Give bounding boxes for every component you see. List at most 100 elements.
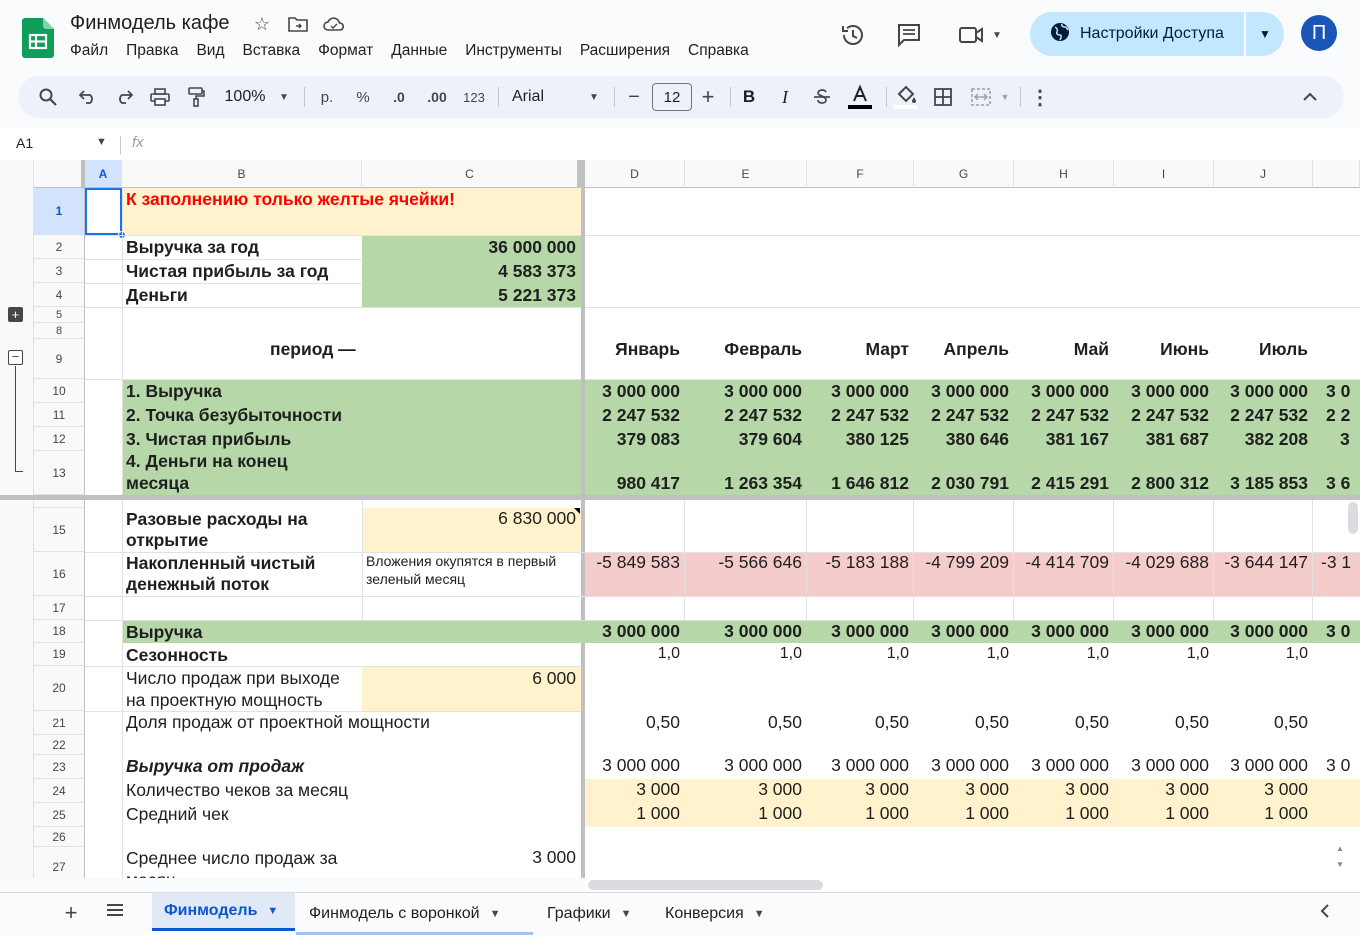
row-header[interactable]: 17 xyxy=(34,596,85,620)
zoom-select[interactable]: 100% xyxy=(220,76,270,118)
net-profit-year-value[interactable]: 4 583 373 xyxy=(362,260,576,282)
revenue-cell[interactable]: 3 000 000 xyxy=(1114,380,1209,402)
italic-button[interactable]: I xyxy=(774,76,796,118)
revenue-row-cell[interactable]: 3 000 000 xyxy=(914,620,1009,642)
menu-format[interactable]: Формат xyxy=(309,42,382,60)
revenue-cell[interactable]: 3 000 000 xyxy=(914,380,1009,402)
text-color-icon[interactable] xyxy=(846,76,874,118)
average-check-cell[interactable]: 1 000 xyxy=(1114,802,1209,824)
money-end-cell[interactable]: 980 417 xyxy=(585,472,680,494)
active-cell-a1[interactable] xyxy=(85,188,122,235)
expand-group-icon[interactable]: + xyxy=(8,307,23,322)
currency-format-button[interactable]: р. xyxy=(314,76,340,118)
month-header[interactable]: Февраль xyxy=(685,338,802,360)
kpi-net-profit-label[interactable]: 3. Чистая прибыль xyxy=(126,428,291,450)
payback-note[interactable]: Вложения окупятся в первый xyxy=(366,552,556,570)
row-header[interactable]: 27 xyxy=(34,847,85,878)
opening-cost-label-2[interactable]: открытие xyxy=(126,529,208,551)
row-header[interactable]: 9 xyxy=(34,339,85,379)
net-profit-cell[interactable]: 3 xyxy=(1340,428,1350,450)
month-header[interactable]: Апрель xyxy=(914,338,1009,360)
sales-revenue-cell[interactable]: 3 000 000 xyxy=(914,754,1009,776)
tab-chevron-down-icon[interactable]: ▼ xyxy=(754,908,765,920)
sales-revenue-cell[interactable]: 3 000 000 xyxy=(807,754,909,776)
cashflow-cell[interactable]: -5 849 583 xyxy=(585,551,680,573)
avg-sales-label[interactable]: Среднее число продаж за xyxy=(126,847,337,869)
merge-cells-icon[interactable] xyxy=(968,76,994,118)
bold-button[interactable]: B xyxy=(738,76,760,118)
sheet-tab-charts[interactable]: Графики ▼ xyxy=(547,893,632,935)
row-header[interactable]: 13 xyxy=(34,451,85,495)
row-header[interactable]: 18 xyxy=(34,620,85,643)
search-icon[interactable] xyxy=(34,76,62,118)
vertical-scrollbar[interactable] xyxy=(1348,502,1358,534)
row-header[interactable]: 4 xyxy=(34,283,85,307)
capacity-label-2[interactable]: на проектную мощность xyxy=(126,689,323,711)
month-header[interactable]: Март xyxy=(807,338,909,360)
sheets-logo-icon[interactable] xyxy=(22,18,54,58)
money-end-cell[interactable]: 3 185 853 xyxy=(1214,472,1308,494)
revenue-year-value[interactable]: 36 000 000 xyxy=(362,236,576,258)
sales-revenue-label[interactable]: Выручка от продаж xyxy=(126,755,304,777)
revenue-cell[interactable]: 3 000 000 xyxy=(807,380,909,402)
net-profit-cell[interactable]: 381 687 xyxy=(1114,428,1209,450)
undo-icon[interactable] xyxy=(74,76,102,118)
net-profit-cell[interactable]: 379 083 xyxy=(585,428,680,450)
checks-cell[interactable]: 3 000 xyxy=(1014,778,1109,800)
net-profit-cell[interactable]: 382 208 xyxy=(1214,428,1308,450)
month-header[interactable]: Май xyxy=(1014,338,1109,360)
average-check-cell[interactable]: 1 000 xyxy=(914,802,1009,824)
menu-insert[interactable]: Вставка xyxy=(234,42,310,60)
zoom-chevron-down-icon[interactable]: ▼ xyxy=(276,76,292,118)
average-check-cell[interactable]: 1 000 xyxy=(807,802,909,824)
add-sheet-icon[interactable]: + xyxy=(60,901,82,925)
share-dropdown-icon[interactable]: ▼ xyxy=(1246,12,1284,56)
decrease-decimal-button[interactable]: .0 xyxy=(384,76,414,118)
month-header[interactable]: Июль xyxy=(1214,338,1308,360)
money-end-cell[interactable]: 3 6 xyxy=(1326,472,1350,494)
name-box-chevron-down-icon[interactable]: ▼ xyxy=(96,136,107,148)
average-check-cell[interactable]: 1 000 xyxy=(1014,802,1109,824)
revenue-cell[interactable]: 3 000 000 xyxy=(585,380,680,402)
capacity-share-cell[interactable]: 0,50 xyxy=(685,711,802,733)
column-header-a[interactable]: A xyxy=(85,160,122,188)
sales-revenue-cell[interactable]: 3 000 000 xyxy=(1214,754,1308,776)
all-sheets-icon[interactable] xyxy=(106,903,128,923)
sales-revenue-cell[interactable]: 3 000 000 xyxy=(1114,754,1209,776)
cashflow-cell[interactable]: -3 644 147 xyxy=(1214,551,1308,573)
net-profit-cell[interactable]: 380 125 xyxy=(807,428,909,450)
capacity-share-cell[interactable]: 0,50 xyxy=(807,711,909,733)
breakeven-cell[interactable]: 2 247 532 xyxy=(807,404,909,426)
opening-cost-value[interactable]: 6 830 000 xyxy=(362,507,576,529)
revenue-row-cell[interactable]: 3 000 000 xyxy=(685,620,802,642)
average-check-cell[interactable]: 1 000 xyxy=(685,802,802,824)
spreadsheet-grid[interactable]: + − A B C D E F G H I J 1 2 3 4 5 8 9 10… xyxy=(0,160,1360,878)
revenue-cell[interactable]: 3 0 xyxy=(1326,380,1350,402)
name-box[interactable]: A1 xyxy=(16,135,33,151)
revenue-section-label[interactable]: Выручка xyxy=(126,621,202,643)
revenue-row-cell[interactable]: 3 000 000 xyxy=(1014,620,1109,642)
checks-cell[interactable]: 3 000 xyxy=(914,778,1009,800)
star-icon[interactable]: ☆ xyxy=(250,12,274,36)
frozen-row-divider[interactable] xyxy=(0,495,1360,500)
row-header[interactable]: 11 xyxy=(34,403,85,427)
sheet-tab-funnel[interactable]: Финмодель с воронкой ▼ xyxy=(309,893,501,935)
column-header-i[interactable]: I xyxy=(1114,160,1214,188)
column-header-d[interactable]: D xyxy=(585,160,685,188)
seasonality-cell[interactable]: 1,0 xyxy=(1014,643,1109,665)
checks-per-month-label[interactable]: Количество чеков за месяц xyxy=(126,779,348,801)
revenue-year-label[interactable]: Выручка за год xyxy=(126,236,259,258)
cumulative-cashflow-label[interactable]: Накопленный чистый xyxy=(126,552,315,574)
revenue-row-cell[interactable]: 3 000 000 xyxy=(1214,620,1308,642)
checks-cell[interactable]: 3 000 xyxy=(1114,778,1209,800)
move-folder-icon[interactable] xyxy=(286,12,310,36)
kpi-breakeven-label[interactable]: 2. Точка безубыточности xyxy=(126,404,342,426)
row-header[interactable]: 3 xyxy=(34,259,85,283)
cumulative-cashflow-label-2[interactable]: денежный поток xyxy=(126,573,269,595)
percent-format-button[interactable]: % xyxy=(350,76,376,118)
opening-cost-label[interactable]: Разовые расходы на xyxy=(126,508,308,530)
revenue-row-cell[interactable]: 3 000 000 xyxy=(1114,620,1209,642)
menu-extensions[interactable]: Расширения xyxy=(571,42,679,60)
formula-input[interactable] xyxy=(160,132,1350,156)
font-size-input[interactable]: 12 xyxy=(652,83,692,111)
